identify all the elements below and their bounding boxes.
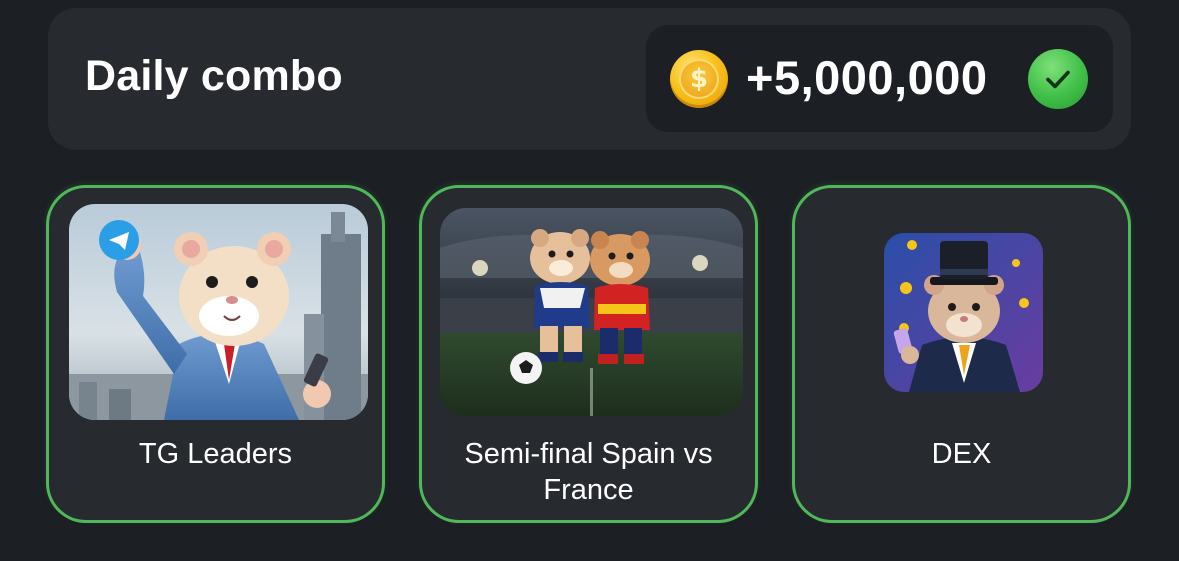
hamster-top-hat-image [884, 233, 1043, 392]
combo-card-tg-leaders[interactable]: TG Leaders [46, 185, 385, 523]
combo-card-dex[interactable]: DEX [792, 185, 1131, 523]
combo-card-semi-final-spain-vs-france[interactable]: Semi-final Spain vs France [419, 185, 758, 523]
coin-icon: $ [670, 50, 728, 108]
card-label: TG Leaders [138, 438, 293, 470]
reward-pill: $ +5,000,000 [646, 25, 1113, 132]
card-label: DEX [931, 438, 992, 470]
check-icon [1028, 49, 1088, 109]
coin-dollar-symbol: $ [679, 59, 719, 99]
hamsters-football-image [440, 208, 743, 416]
daily-combo-bar: Daily combo $ +5,000,000 [48, 8, 1131, 150]
daily-combo-screen: Daily combo $ +5,000,000 TG Leaders Semi… [0, 0, 1179, 561]
card-label: Semi-final Spain vs France [464, 438, 713, 506]
reward-amount: +5,000,000 [746, 51, 988, 104]
hamster-businessman-image [69, 204, 368, 420]
daily-combo-title: Daily combo [85, 52, 343, 100]
